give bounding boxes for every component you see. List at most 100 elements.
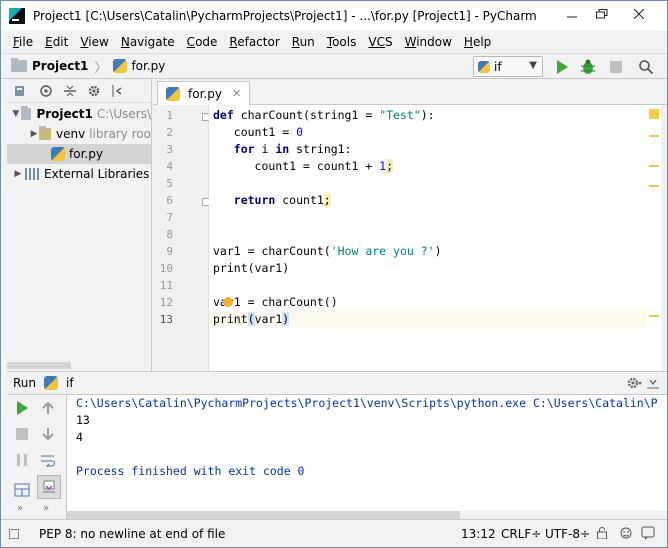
menu-item[interactable]: Run [286, 35, 321, 49]
window-title: Project1 [C:\Users\Catalin\PycharmProjec… [33, 9, 537, 23]
console-line: C:\Users\Catalin\PycharmProjects\Project… [76, 396, 658, 410]
close-tab-icon[interactable]: ✕ [232, 87, 241, 100]
status-bar: PEP 8: no newline at end of file 13:12 C… [1, 519, 667, 547]
event-log-icon[interactable] [641, 526, 655, 543]
menu-item[interactable]: Edit [39, 35, 74, 49]
line-number: 3 [166, 143, 173, 156]
bug-icon [581, 59, 595, 74]
menu-item[interactable]: Window [399, 35, 458, 49]
project-view-icon [15, 85, 24, 96]
status-message[interactable]: PEP 8: no newline at end of file [39, 527, 225, 541]
maximize-button[interactable] [587, 4, 617, 24]
pause-icon [17, 454, 27, 466]
code-line: return count1; [233, 193, 331, 207]
print-button[interactable] [37, 475, 61, 499]
project-view-select[interactable] [15, 84, 29, 98]
scroll-down-button[interactable] [39, 425, 57, 443]
breadcrumb-file[interactable]: for.py [113, 59, 165, 73]
pause-button[interactable] [13, 451, 31, 469]
breadcrumb-project-label: Project1 [32, 59, 89, 73]
tree-venv-hint: library roo [89, 127, 151, 141]
menu-item-label: elp [472, 35, 492, 49]
menu-item-mnemonic: R [291, 35, 300, 49]
debug-button[interactable] [579, 58, 597, 76]
menu-item[interactable]: Tools [321, 35, 363, 49]
run-button[interactable] [553, 58, 571, 76]
more-tools-icon[interactable]: » [17, 503, 23, 514]
rerun-button[interactable] [13, 399, 31, 417]
tree-item-external-libraries[interactable]: ▶ External Libraries [7, 164, 151, 184]
stop-button[interactable] [607, 58, 625, 76]
console-line: 4 [76, 430, 83, 444]
scroll-from-source-button[interactable] [39, 84, 53, 98]
warning-mark[interactable] [649, 165, 659, 167]
warning-mark[interactable] [649, 185, 659, 187]
run-configuration-select[interactable]: if ▼ [473, 56, 543, 77]
project-settings-button[interactable] [87, 84, 101, 98]
close-button[interactable] [617, 4, 661, 24]
code-line: print(var1) [213, 312, 290, 326]
run-panel-header: Run if [7, 371, 667, 395]
menu-item[interactable]: Code [181, 35, 224, 49]
tree-item-project1[interactable]: ▼ Project1 C:\Users\ [7, 104, 151, 124]
caret-position[interactable]: 13:12 [461, 527, 496, 541]
warning-indicator-icon[interactable] [649, 109, 659, 119]
search-everywhere-button[interactable] [637, 58, 655, 76]
console-line: Process finished with exit code 0 [76, 464, 305, 478]
tab-for-py[interactable]: for.py ✕ [157, 81, 251, 105]
run-panel-config[interactable]: if [66, 376, 74, 390]
stop-run-button[interactable] [13, 425, 31, 443]
line-separator[interactable]: CRLF÷ [501, 527, 541, 541]
code-editor[interactable]: def charCount(string1 = "Test"): count1 … [209, 105, 647, 371]
restore-icon [596, 9, 608, 19]
menu-item-mnemonic: VC [368, 35, 385, 49]
hide-panel-button[interactable] [111, 84, 125, 98]
stop-icon [610, 61, 622, 73]
console-scrollbar-thumb[interactable] [67, 511, 460, 519]
error-stripe[interactable] [647, 105, 661, 371]
console-scrollbar[interactable] [67, 511, 667, 519]
collapse-all-icon [64, 85, 76, 96]
project-scrollbar[interactable] [7, 362, 71, 369]
tree-item-venv[interactable]: ▶ venv library roo [7, 124, 151, 144]
line-number: 4 [166, 160, 173, 173]
hide-run-panel-button[interactable] [647, 376, 659, 393]
search-icon [639, 60, 653, 74]
run-console-output[interactable]: C:\Users\Catalin\PycharmProjects\Project… [67, 395, 667, 511]
restore-layout-button[interactable] [13, 481, 31, 499]
folder-icon [39, 126, 52, 140]
menu-item[interactable]: File [7, 35, 39, 49]
lightbulb-icon[interactable] [223, 297, 233, 307]
line-number: 7 [166, 211, 173, 224]
line-number: 2 [166, 126, 173, 139]
menu-item-label: S [384, 35, 393, 49]
soft-wrap-button[interactable] [39, 451, 57, 469]
menu-item[interactable]: VCS [362, 35, 398, 49]
tree-project-label: Project1 [36, 107, 93, 121]
run-icon [17, 401, 28, 415]
scroll-up-button[interactable] [39, 399, 57, 417]
run-config-label: if [494, 59, 502, 74]
project-tool-window: ▼ Project1 C:\Users\ ▶ venv library roo … [7, 79, 152, 371]
breadcrumb-project[interactable]: Project1 [11, 58, 89, 73]
editor-tab-bar: for.py ✕ [153, 79, 667, 105]
arrow-down-icon [42, 428, 54, 441]
tool-windows-toggle-icon[interactable] [9, 528, 19, 539]
tree-item-for-py[interactable]: for.py [7, 144, 151, 164]
lock-icon[interactable] [597, 527, 607, 542]
more-tools-icon[interactable]: » [43, 503, 49, 514]
soft-wrap-icon [41, 455, 55, 467]
menu-item[interactable]: Help [458, 35, 497, 49]
menu-item[interactable]: Navigate [115, 35, 181, 49]
file-encoding[interactable]: UTF-8÷ [545, 527, 590, 541]
warning-mark[interactable] [649, 135, 659, 137]
inspector-icon[interactable] [619, 527, 633, 542]
menu-item[interactable]: Refactor [223, 35, 285, 49]
warning-mark[interactable] [649, 315, 659, 317]
minimize-button[interactable] [557, 4, 587, 24]
menu-item[interactable]: View [74, 35, 114, 49]
collapse-all-button[interactable] [63, 84, 77, 98]
folder-icon [20, 106, 32, 120]
line-number: 9 [166, 245, 173, 258]
run-settings-button[interactable] [627, 376, 643, 393]
